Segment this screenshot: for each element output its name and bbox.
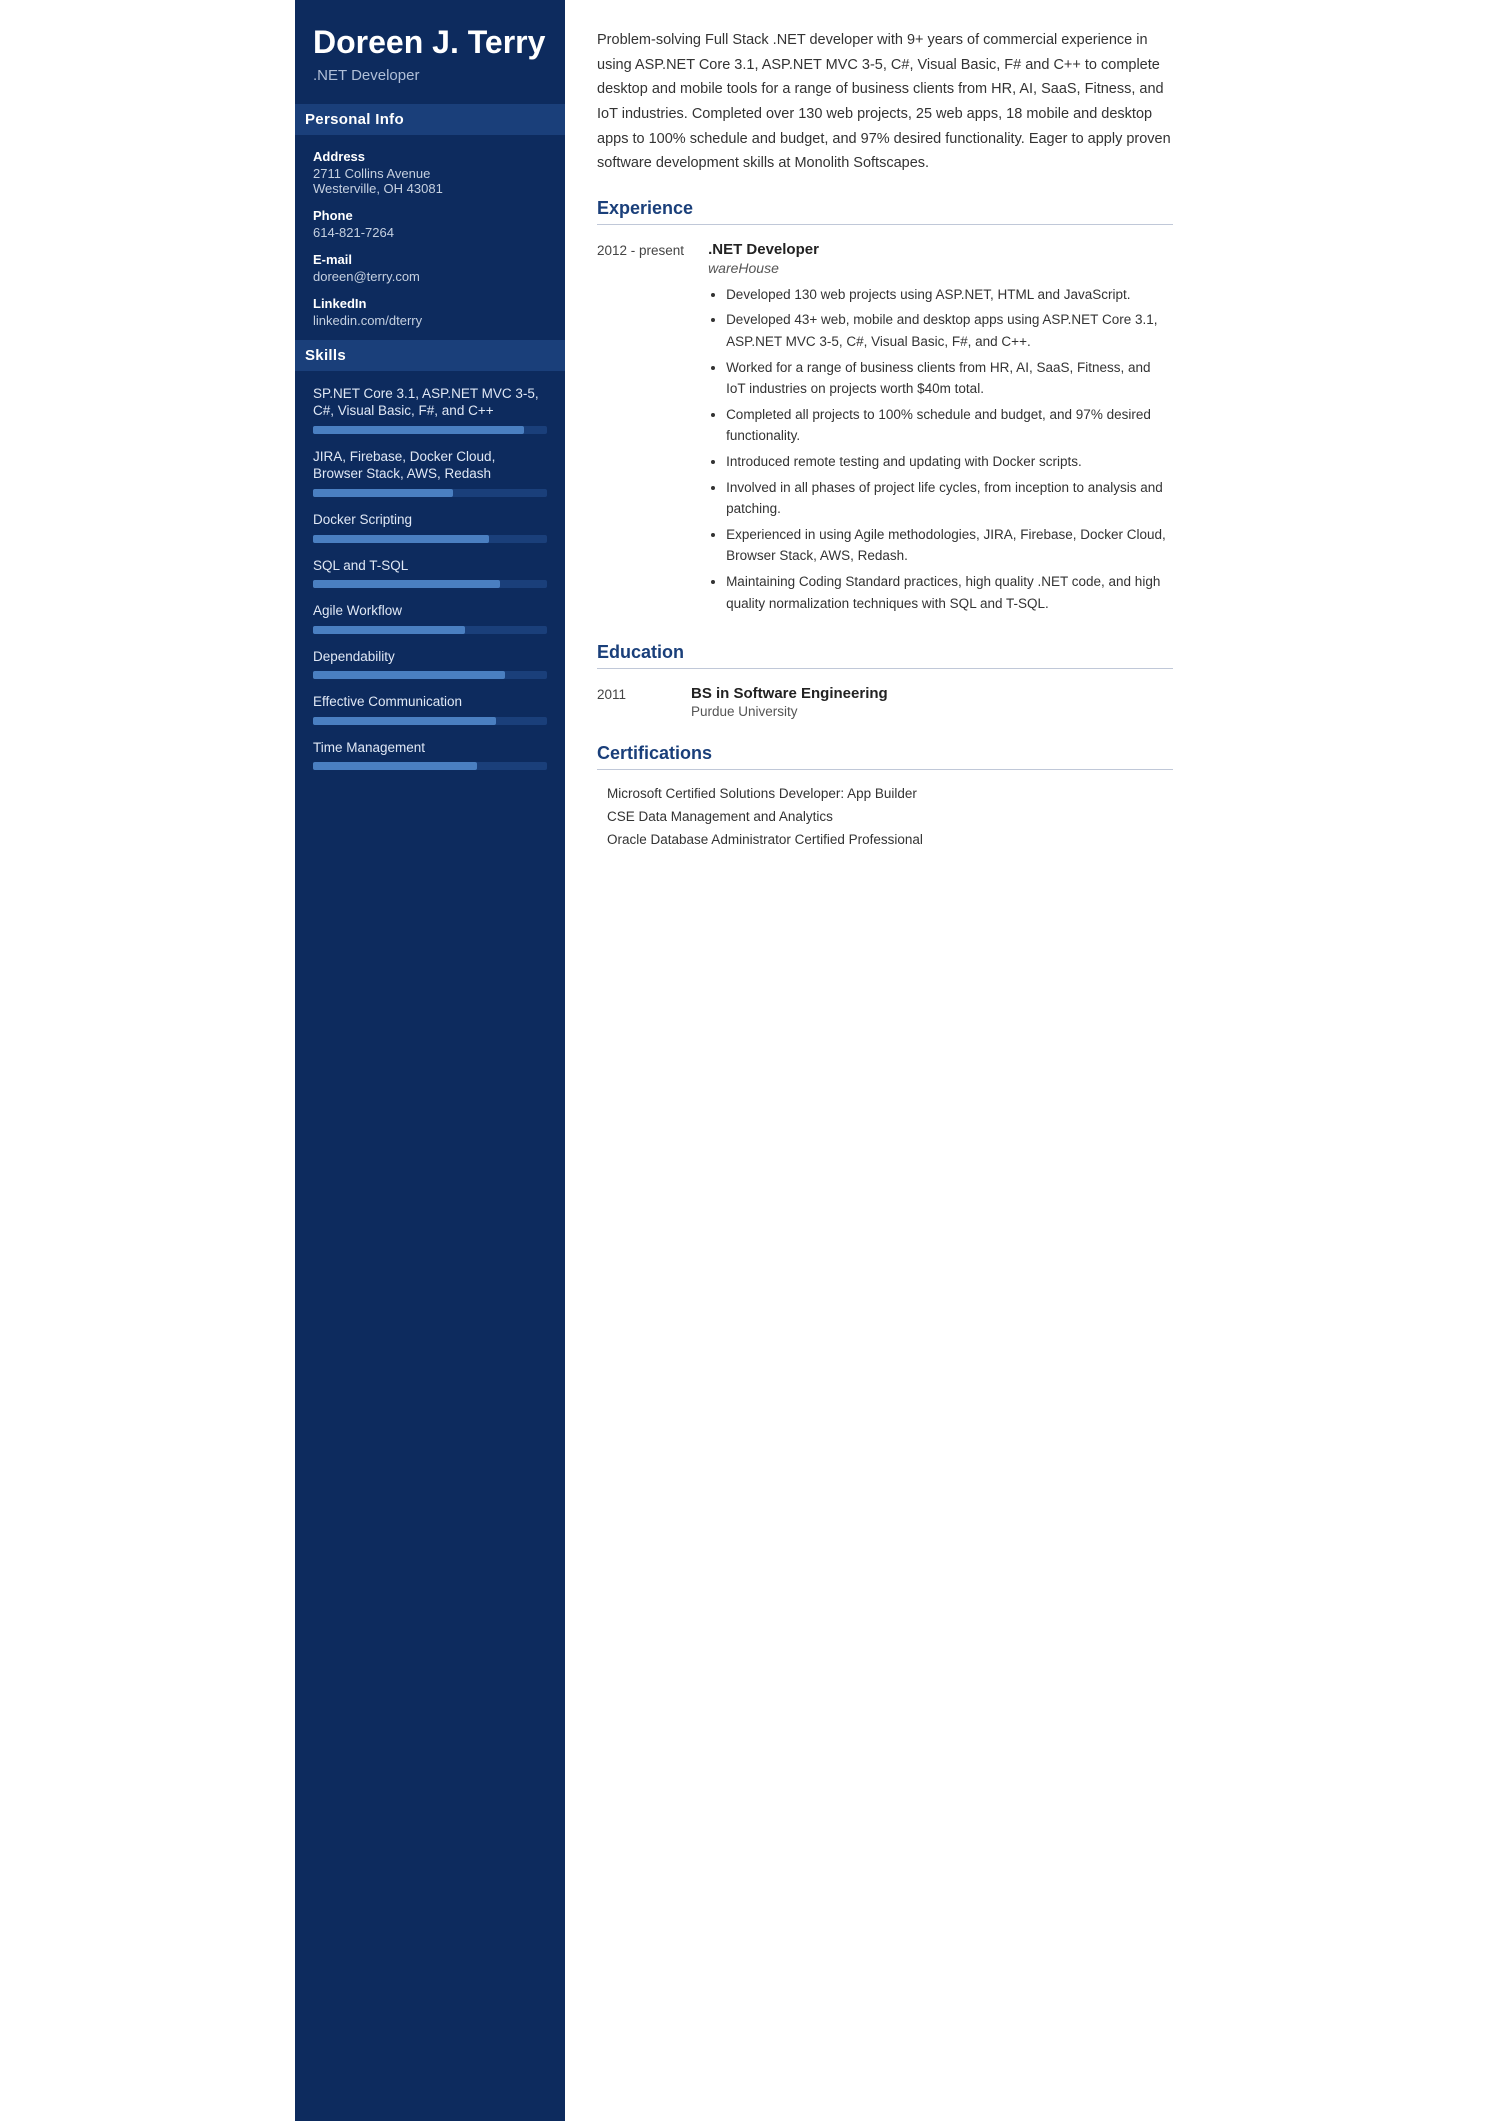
edu-school: Purdue University <box>691 704 1173 719</box>
bullet-item: Involved in all phases of project life c… <box>726 477 1173 520</box>
bullet-item: Maintaining Coding Standard practices, h… <box>726 571 1173 614</box>
skill-name: JIRA, Firebase, Docker Cloud, Browser St… <box>313 448 547 483</box>
summary-text: Problem-solving Full Stack .NET develope… <box>597 28 1173 176</box>
certifications-header: Certifications <box>597 743 1173 770</box>
phone-value: 614-821-7264 <box>313 225 547 240</box>
certification-item: Oracle Database Administrator Certified … <box>597 832 1173 847</box>
skill-bar-fill <box>313 489 453 497</box>
skill-name: SP.NET Core 3.1, ASP.NET MVC 3-5, C#, Vi… <box>313 385 547 420</box>
resume-container: Doreen J. Terry .NET Developer Personal … <box>295 0 1205 2121</box>
skill-item: SP.NET Core 3.1, ASP.NET MVC 3-5, C#, Vi… <box>313 385 547 434</box>
education-header: Education <box>597 642 1173 669</box>
experience-header: Experience <box>597 198 1173 225</box>
skill-bar-bg <box>313 580 547 588</box>
edu-date: 2011 <box>597 685 667 719</box>
exp-job-title: .NET Developer <box>708 241 1173 258</box>
skill-bar-bg <box>313 671 547 679</box>
exp-bullets: Developed 130 web projects using ASP.NET… <box>708 284 1173 614</box>
skill-bar-fill <box>313 717 496 725</box>
experience-section: Experience 2012 - present .NET Developer… <box>597 198 1173 618</box>
skill-item: Agile Workflow <box>313 602 547 634</box>
phone-label: Phone <box>313 208 547 223</box>
skill-bar-fill <box>313 535 489 543</box>
skill-item: Time Management <box>313 739 547 771</box>
skill-bar-fill <box>313 626 465 634</box>
skill-bar-fill <box>313 671 505 679</box>
address-label: Address <box>313 149 547 164</box>
certification-item: Microsoft Certified Solutions Developer:… <box>597 786 1173 801</box>
skill-name: Dependability <box>313 648 547 666</box>
skill-name: Effective Communication <box>313 693 547 711</box>
skill-item: Docker Scripting <box>313 511 547 543</box>
sidebar: Doreen J. Terry .NET Developer Personal … <box>295 0 565 2121</box>
experience-entry: 2012 - present .NET Developer wareHouse … <box>597 241 1173 618</box>
edu-details: BS in Software Engineering Purdue Univer… <box>691 685 1173 719</box>
bullet-item: Completed all projects to 100% schedule … <box>726 404 1173 447</box>
address-line1: 2711 Collins Avenue <box>313 166 547 181</box>
linkedin-value: linkedin.com/dterry <box>313 313 547 328</box>
skill-bar-bg <box>313 489 547 497</box>
exp-date: 2012 - present <box>597 241 684 618</box>
skill-name: Agile Workflow <box>313 602 547 620</box>
skill-item: Dependability <box>313 648 547 680</box>
skill-bar-bg <box>313 717 547 725</box>
linkedin-block: LinkedIn linkedin.com/dterry <box>313 296 547 328</box>
email-block: E-mail doreen@terry.com <box>313 252 547 284</box>
experience-list: 2012 - present .NET Developer wareHouse … <box>597 241 1173 618</box>
education-list: 2011 BS in Software Engineering Purdue U… <box>597 685 1173 719</box>
exp-company: wareHouse <box>708 260 1173 276</box>
skill-bar-bg <box>313 426 547 434</box>
exp-details: .NET Developer wareHouse Developed 130 w… <box>708 241 1173 618</box>
linkedin-label: LinkedIn <box>313 296 547 311</box>
bullet-item: Developed 43+ web, mobile and desktop ap… <box>726 309 1173 352</box>
main-content: Problem-solving Full Stack .NET develope… <box>565 0 1205 2121</box>
bullet-item: Developed 130 web projects using ASP.NET… <box>726 284 1173 306</box>
certification-item: CSE Data Management and Analytics <box>597 809 1173 824</box>
address-block: Address 2711 Collins Avenue Westerville,… <box>313 149 547 196</box>
candidate-title: .NET Developer <box>313 67 547 84</box>
address-line2: Westerville, OH 43081 <box>313 181 547 196</box>
skill-item: Effective Communication <box>313 693 547 725</box>
skill-bar-bg <box>313 535 547 543</box>
skill-item: SQL and T-SQL <box>313 557 547 589</box>
skill-bar-fill <box>313 762 477 770</box>
email-label: E-mail <box>313 252 547 267</box>
education-section: Education 2011 BS in Software Engineerin… <box>597 642 1173 719</box>
bullet-item: Worked for a range of business clients f… <box>726 357 1173 400</box>
skill-bar-bg <box>313 626 547 634</box>
certifications-section: Certifications Microsoft Certified Solut… <box>597 743 1173 847</box>
skills-header: Skills <box>295 340 565 371</box>
education-entry: 2011 BS in Software Engineering Purdue U… <box>597 685 1173 719</box>
edu-degree: BS in Software Engineering <box>691 685 1173 702</box>
bullet-item: Experienced in using Agile methodologies… <box>726 524 1173 567</box>
email-value: doreen@terry.com <box>313 269 547 284</box>
candidate-name: Doreen J. Terry <box>313 24 547 61</box>
skills-list: SP.NET Core 3.1, ASP.NET MVC 3-5, C#, Vi… <box>313 385 547 770</box>
phone-block: Phone 614-821-7264 <box>313 208 547 240</box>
skill-item: JIRA, Firebase, Docker Cloud, Browser St… <box>313 448 547 497</box>
certifications-list: Microsoft Certified Solutions Developer:… <box>597 786 1173 847</box>
skill-name: SQL and T-SQL <box>313 557 547 575</box>
skill-bar-fill <box>313 426 524 434</box>
skill-name: Time Management <box>313 739 547 757</box>
skill-bar-bg <box>313 762 547 770</box>
skill-name: Docker Scripting <box>313 511 547 529</box>
bullet-item: Introduced remote testing and updating w… <box>726 451 1173 473</box>
personal-info-header: Personal Info <box>295 104 565 135</box>
skill-bar-fill <box>313 580 500 588</box>
